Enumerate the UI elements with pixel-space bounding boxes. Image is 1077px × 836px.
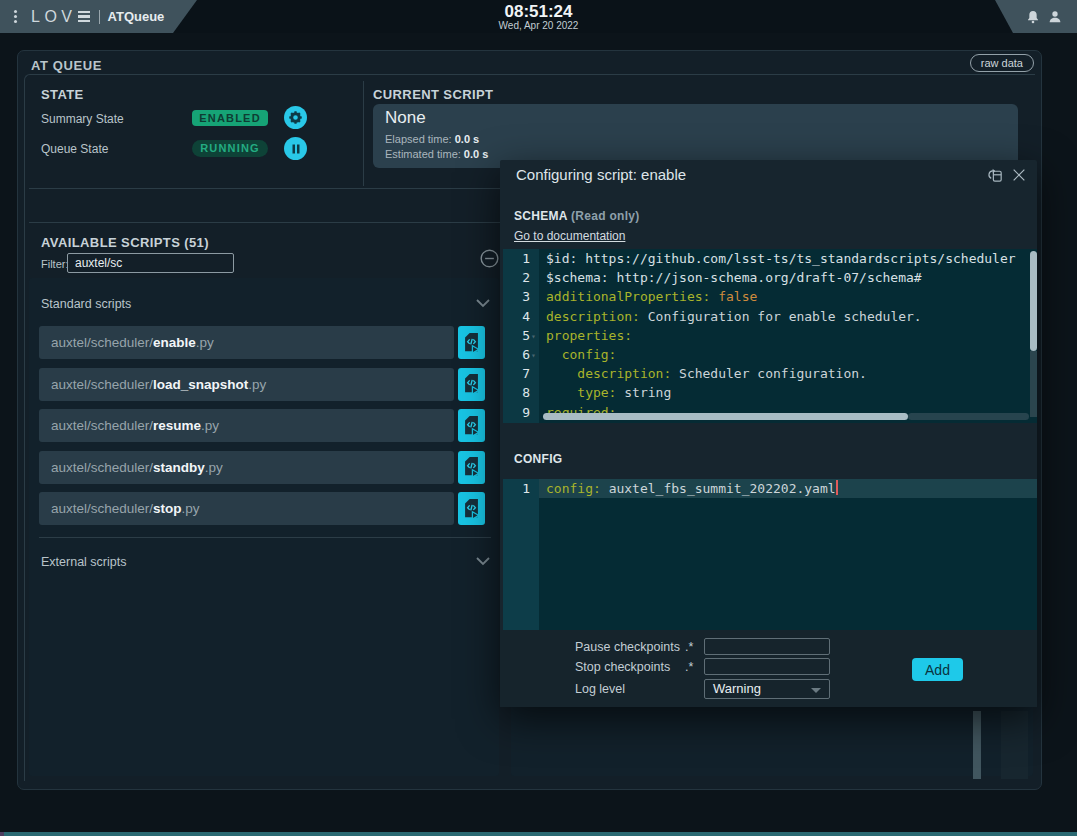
filter-label: Filter: [41,258,69,270]
hscrollbar-track [908,413,1029,420]
user-icon[interactable] [1047,9,1063,25]
state-divider [363,81,364,186]
elapsed-time: Elapsed time: 0.0 s [385,133,479,145]
script-path[interactable]: auxtel/scheduler/enable.py [39,326,454,359]
copy-icon[interactable] [987,167,1004,184]
doc-link[interactable]: Go to documentation [514,229,625,243]
bottom-widget-edge [0,832,1077,836]
code-line: 7 description: Scheduler configuration. [503,364,1037,383]
schema-editor[interactable]: 1$id: https://github.com/lsst-ts/ts_stan… [503,249,1037,423]
launch-script-button[interactable] [458,368,485,401]
code-line: 6▾ config: [503,345,1037,364]
script-launch-icon [462,332,481,354]
vscrollbar-thumb[interactable] [1030,251,1037,351]
code-line: 1$id: https://github.com/lsst-ts/ts_stan… [503,249,1037,268]
code-line: 5▾properties: [503,326,1037,345]
stop-checkpoints-label: Stop checkpoints [575,660,670,674]
summary-state-badge: ENABLED [192,110,268,126]
close-icon[interactable] [1011,167,1027,183]
queue-list-edge [1001,711,1028,779]
log-level-label: Log level [575,682,625,696]
current-script-title: CURRENT SCRIPT [373,87,493,102]
log-level-select[interactable]: Warning [704,679,830,699]
code-line: 1config: auxtel_fbs_summit_202202.yaml [503,479,1037,498]
dropdown-arrow-icon [811,688,821,693]
script-path[interactable]: auxtel/scheduler/stop.py [39,492,454,525]
collapse-icon[interactable] [479,248,500,269]
launch-script-button[interactable] [458,409,485,442]
launch-script-button[interactable] [458,326,485,359]
script-launch-icon [462,498,481,520]
summary-state-label: Summary State [41,112,124,126]
summary-state-config-button[interactable] [284,106,307,129]
script-item: auxtel/scheduler/standby.py [39,451,485,484]
group-divider [39,537,491,538]
script-item: auxtel/scheduler/stop.py [39,492,485,525]
editor-gutter [503,479,539,630]
script-launch-icon [462,456,481,478]
script-path[interactable]: auxtel/scheduler/standby.py [39,451,454,484]
code-line: 4description: Configuration for enable s… [503,307,1037,326]
code-line: 8 type: string [503,383,1037,402]
standard-scripts-group[interactable]: Standard scripts [41,297,491,313]
gear-icon [288,110,303,125]
dialog-title: Configuring script: enable [516,166,686,183]
scrollbar-thumb[interactable] [973,711,981,779]
vscrollbar-track [1030,351,1037,417]
script-launch-icon [462,415,481,437]
raw-data-button[interactable]: raw data [970,54,1034,72]
script-item: auxtel/scheduler/load_snapshot.py [39,368,485,401]
current-script-card: None Elapsed time: 0.0 s Estimated time:… [373,104,1018,168]
state-section-title: STATE [41,87,84,102]
available-scripts-title: AVAILABLE SCRIPTS (51) [41,235,209,250]
config-editor[interactable]: 1config: auxtel_fbs_summit_202202.yaml [503,479,1037,630]
launch-script-button[interactable] [458,492,485,525]
hscrollbar-thumb[interactable] [543,413,908,420]
script-launch-icon [462,373,481,395]
panel-title: AT QUEUE [31,58,102,73]
pause-icon [290,143,302,155]
configure-script-dialog: Configuring script: enable SCHEMA (Read … [500,160,1037,707]
stop-checkpoints-input[interactable] [704,658,830,675]
script-path[interactable]: auxtel/scheduler/load_snapshot.py [39,368,454,401]
top-bar: LOV ATQueue 08:51:24 Wed, Apr 20 2022 [0,0,1077,33]
script-item: auxtel/scheduler/resume.py [39,409,485,442]
code-line: 2$schema: http://json-schema.org/draft-0… [503,268,1037,287]
pause-checkpoints-input[interactable] [704,638,830,655]
bottom-widget-corner [0,832,4,836]
launch-script-button[interactable] [458,451,485,484]
filter-input[interactable] [67,253,234,273]
estimated-time: Estimated time: 0.0 s [385,148,488,160]
clock-date: Wed, Apr 20 2022 [0,20,1077,31]
chevron-down-icon [475,297,491,309]
notifications-icon[interactable] [1025,9,1041,25]
available-scripts-box: Standard scripts auxtel/scheduler/enable… [29,278,499,776]
pause-checkpoints-label: Pause checkpoints [575,640,680,654]
current-script-name: None [385,108,426,128]
queue-state-label: Queue State [41,142,108,156]
script-path[interactable]: auxtel/scheduler/resume.py [39,409,454,442]
schema-label: SCHEMA (Read only) [514,209,640,223]
code-line: 3additionalProperties: false [503,287,1037,306]
clock: 08:51:24 Wed, Apr 20 2022 [0,3,1077,31]
dialog-footer: Pause checkpoints .* Stop checkpoints .*… [500,630,1037,707]
queue-pause-button[interactable] [284,137,307,160]
config-label: CONFIG [514,452,562,466]
external-scripts-group[interactable]: External scripts [41,555,491,571]
queue-state-badge: RUNNING [192,140,268,157]
chevron-down-icon [475,555,491,567]
clock-time: 08:51:24 [0,3,1077,20]
script-item: auxtel/scheduler/enable.py [39,326,485,359]
add-button[interactable]: Add [912,658,963,681]
